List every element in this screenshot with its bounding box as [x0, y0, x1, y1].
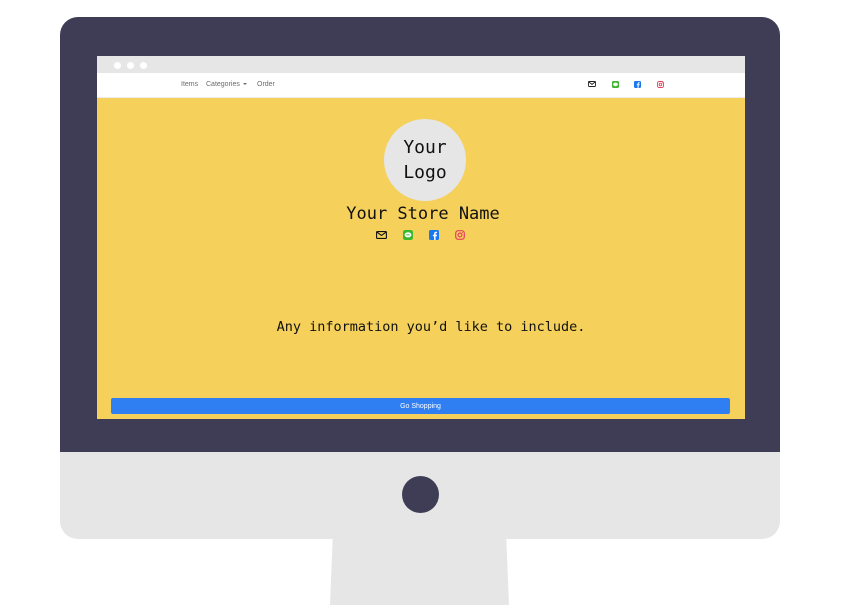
monitor-power-button: [402, 476, 439, 513]
instagram-icon[interactable]: [655, 79, 665, 89]
store-info-text: Any information you’d like to include.: [276, 319, 586, 335]
window-dot-2[interactable]: [127, 62, 134, 69]
window-dot-3[interactable]: [140, 62, 147, 69]
store-name-heading: Your Store Name: [346, 204, 500, 224]
line-chat-icon[interactable]: [402, 229, 414, 241]
nav-dropdown-categories-label: Categories: [206, 81, 240, 88]
site-navbar: Items Categories Order: [97, 73, 745, 98]
mail-icon[interactable]: [375, 229, 387, 241]
caret-down-icon: [242, 83, 247, 85]
nav-dropdown-categories[interactable]: Categories: [206, 81, 247, 89]
go-shopping-button[interactable]: Go Shopping: [111, 398, 730, 414]
window-dot-1[interactable]: [114, 62, 121, 69]
nav-link-items[interactable]: Items: [181, 81, 198, 89]
monitor-screen: Items Categories Order Your Logo Your St…: [97, 56, 745, 419]
store-logo-placeholder: Your Logo: [384, 119, 466, 201]
browser-title-bar: [97, 56, 745, 73]
nav-link-order[interactable]: Order: [257, 81, 275, 89]
line-chat-icon[interactable]: [610, 79, 620, 89]
facebook-icon[interactable]: [428, 229, 440, 241]
mail-icon[interactable]: [587, 79, 597, 89]
logo-text-line2: Logo: [403, 162, 447, 183]
logo-text-line1: Your: [403, 137, 447, 158]
instagram-icon[interactable]: [454, 229, 466, 241]
facebook-icon[interactable]: [632, 79, 642, 89]
monitor-stand: [330, 539, 509, 605]
